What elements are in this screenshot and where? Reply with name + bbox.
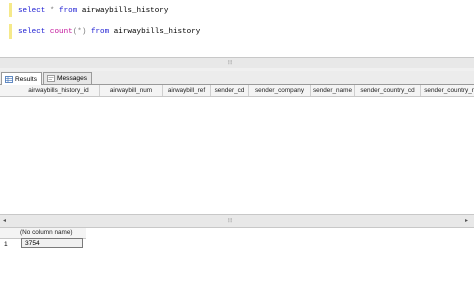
result-cell[interactable]: 3754 bbox=[21, 238, 83, 248]
query-editor[interactable]: select * from airwaybills_history select… bbox=[0, 0, 474, 56]
code-token: airwaybills_history bbox=[109, 28, 201, 36]
code-token: count bbox=[49, 28, 73, 36]
tab-messages[interactable]: Messages bbox=[43, 72, 93, 84]
code-token: (*) bbox=[72, 28, 87, 36]
result-grid-1-header: airwaybills_history_id airwaybill_num airw… bbox=[0, 85, 474, 97]
column-header[interactable]: airwaybill_num bbox=[100, 85, 163, 96]
code-token: select bbox=[18, 7, 46, 15]
column-header[interactable]: airwaybill_ref bbox=[163, 85, 211, 96]
scroll-right-icon[interactable]: ▸ bbox=[465, 217, 468, 224]
tab-results-label: Results bbox=[15, 75, 37, 83]
scroll-grip-icon[interactable]: ⦙⦙⦙ bbox=[228, 60, 242, 66]
query-line-1[interactable]: select * from airwaybills_history bbox=[18, 7, 168, 15]
code-token: from bbox=[90, 28, 110, 36]
tab-results[interactable]: Results bbox=[1, 72, 42, 85]
row-number: 1 bbox=[4, 241, 8, 248]
code-token: airwaybills_history bbox=[77, 7, 169, 15]
changed-line-marker bbox=[9, 3, 12, 17]
results-grid-icon bbox=[5, 75, 13, 83]
column-header[interactable]: sender_country_cd bbox=[355, 85, 421, 96]
tab-messages-label: Messages bbox=[57, 75, 88, 82]
result-grid-1[interactable]: airwaybills_history_id airwaybill_num airw… bbox=[0, 85, 474, 215]
query-line-2[interactable]: select count(*) from airwaybills_history bbox=[18, 28, 200, 36]
column-header[interactable]: sender_cd bbox=[211, 85, 249, 96]
scroll-grip-icon[interactable]: ⦙⦙⦙ bbox=[228, 218, 232, 224]
changed-line-marker bbox=[9, 24, 12, 39]
column-header[interactable]: sender_country_name bbox=[421, 85, 474, 96]
code-token: select bbox=[18, 28, 46, 36]
column-header[interactable]: airwaybills_history_id bbox=[18, 85, 100, 96]
column-header[interactable]: (No column name) bbox=[20, 228, 73, 238]
result-grid-2[interactable]: (No column name) 1 3754 bbox=[0, 228, 474, 290]
code-token: from bbox=[59, 7, 78, 15]
messages-icon bbox=[47, 75, 55, 82]
results-tab-strip: Results Messages bbox=[0, 71, 474, 85]
column-header[interactable]: sender_name bbox=[311, 85, 355, 96]
column-header[interactable]: sender_company bbox=[249, 85, 311, 96]
results-horizontal-scrollbar[interactable]: ◂ ⦙⦙⦙ ▸ bbox=[0, 214, 474, 228]
scroll-left-icon[interactable]: ◂ bbox=[3, 217, 6, 224]
